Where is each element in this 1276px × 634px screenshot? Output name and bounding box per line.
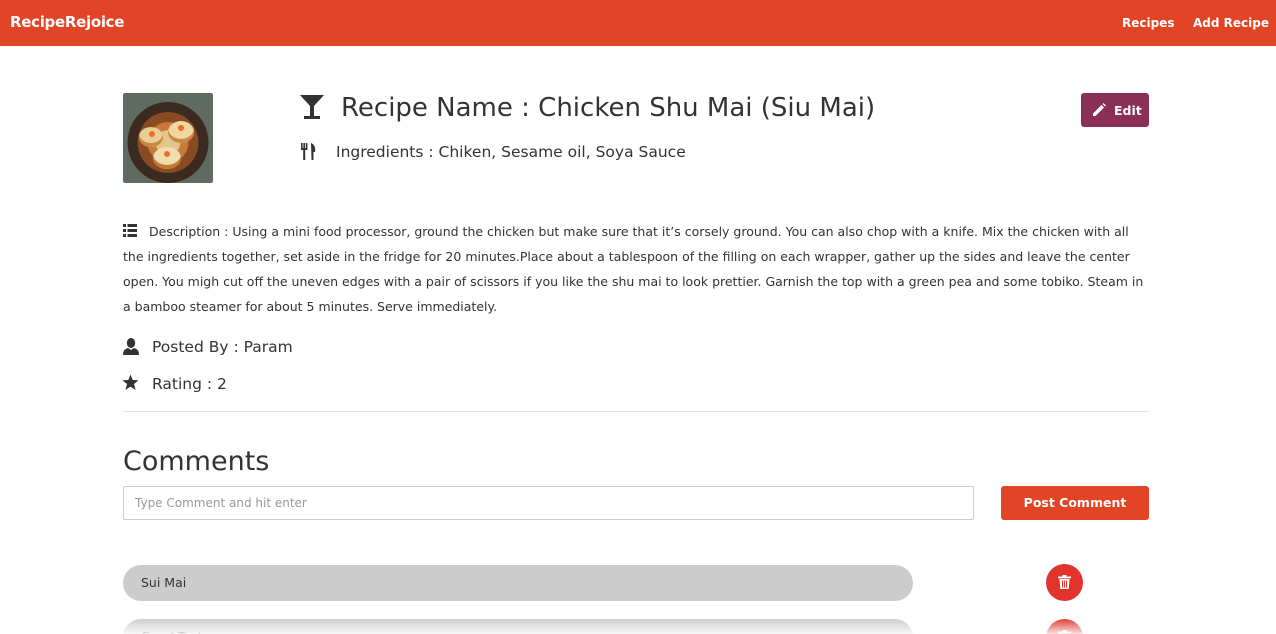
recipe-ingredients: Ingredients : Chiken, Sesame oil, Soya S… [336, 143, 686, 161]
star-icon [122, 374, 139, 390]
cutlery-icon [301, 143, 316, 160]
nav-link-recipes[interactable]: Recipes [1122, 16, 1174, 30]
brand-logo[interactable]: RecipeRejoice [10, 13, 124, 31]
comment-item: Sui Mai [123, 565, 913, 601]
recipe-title: Recipe Name : Chicken Shu Mai (Siu Mai) [341, 93, 876, 123]
nav-link-add-recipe[interactable]: Add Recipe [1193, 16, 1269, 30]
edit-button[interactable]: Edit [1081, 93, 1149, 127]
divider [123, 411, 1149, 412]
comment-input[interactable] [123, 486, 974, 520]
edit-button-label: Edit [1114, 103, 1142, 118]
pencil-icon [1093, 103, 1106, 116]
comment-item: Good Taste [123, 619, 913, 634]
post-comment-button[interactable]: Post Comment [1001, 486, 1149, 520]
comments-heading: Comments [123, 446, 270, 477]
trash-icon [1058, 575, 1071, 589]
rating: Rating : 2 [152, 375, 227, 393]
cocktail-glass-icon [300, 95, 324, 119]
recipe-image [123, 93, 213, 183]
trash-icon [1058, 630, 1071, 634]
user-icon [123, 338, 139, 355]
recipe-description: Description : Using a mini food processo… [123, 224, 1144, 314]
delete-comment-button[interactable] [1046, 619, 1083, 634]
delete-comment-button[interactable] [1046, 564, 1083, 601]
top-navbar: RecipeRejoice Recipes Add Recipe [0, 0, 1276, 46]
posted-by: Posted By : Param [152, 338, 293, 356]
